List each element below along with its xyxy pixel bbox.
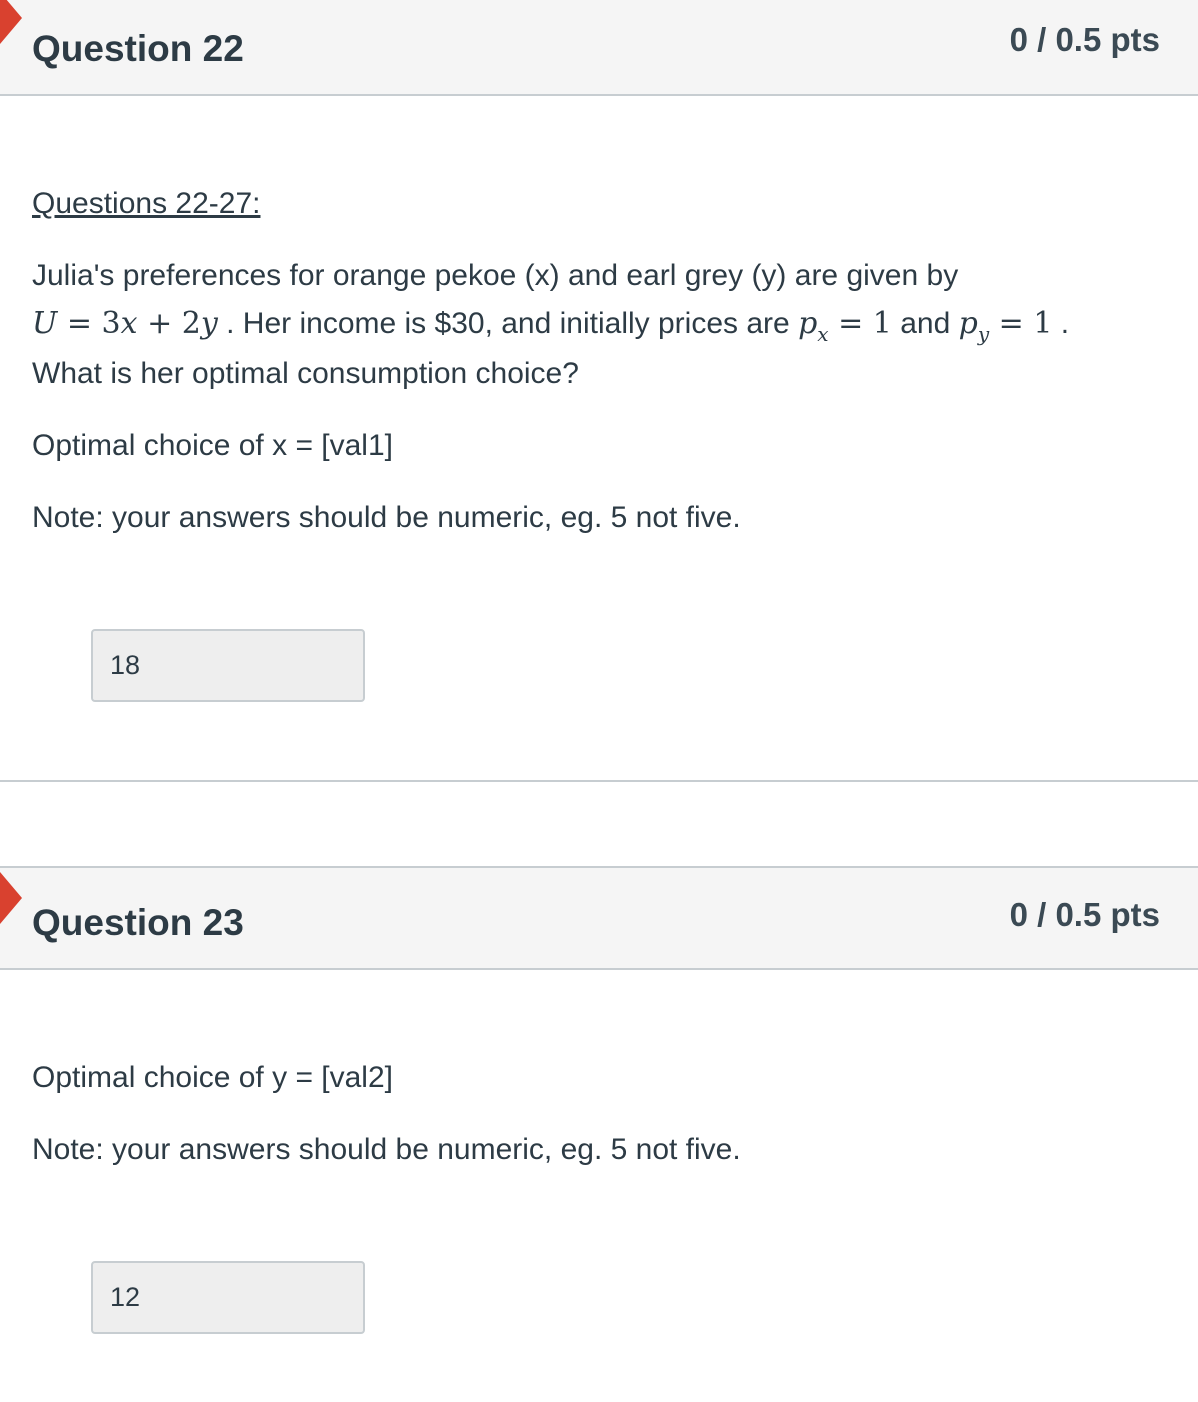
question-23-header: Question 23 0 / 0.5 pts bbox=[0, 866, 1198, 970]
answer-field[interactable]: 18 bbox=[91, 629, 365, 702]
answer-note: Note: your answers should be numeric, eg… bbox=[32, 1133, 741, 1166]
question-points: 0 / 0.5 pts bbox=[1009, 21, 1160, 58]
question-text-line-3: What is her optimal consumption choice? bbox=[32, 357, 579, 390]
answer-prompt: Optimal choice of x = [val1] bbox=[32, 429, 393, 462]
flag-icon bbox=[0, 0, 22, 44]
answer-field[interactable]: 12 bbox=[91, 1261, 365, 1334]
price-x-formula: px = 1 bbox=[798, 306, 892, 346]
question-points: 0 / 0.5 pts bbox=[1009, 896, 1160, 933]
question-divider bbox=[0, 780, 1198, 782]
question-22-header: Question 22 0 / 0.5 pts bbox=[0, 0, 1198, 96]
question-text-line-1: Julia's preferences for orange pekoe (x)… bbox=[32, 259, 959, 292]
question-title: Question 22 bbox=[32, 28, 244, 69]
answer-note: Note: your answers should be numeric, eg… bbox=[32, 501, 741, 534]
questions-range-heading: Questions 22-27: bbox=[32, 187, 261, 220]
answer-prompt: Optimal choice of y = [val2] bbox=[32, 1061, 393, 1094]
utility-formula: U = 3x + 2y bbox=[32, 306, 218, 341]
flag-icon bbox=[0, 872, 22, 924]
question-text-line-2: U = 3x + 2y . Her income is $30, and ini… bbox=[32, 306, 1070, 346]
price-y-formula: py = 1 bbox=[958, 306, 1053, 346]
question-title: Question 23 bbox=[32, 902, 244, 943]
